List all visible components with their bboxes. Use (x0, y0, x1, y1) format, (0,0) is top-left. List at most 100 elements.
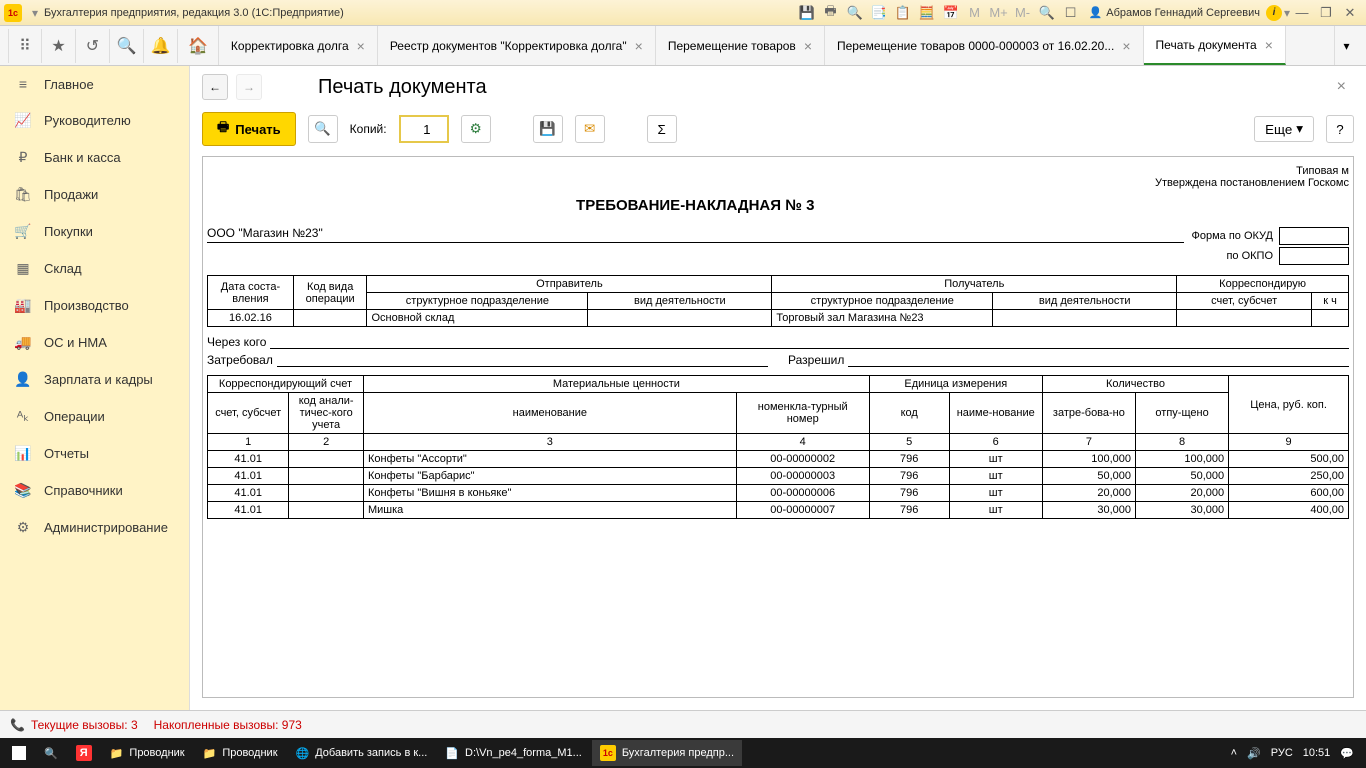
requested-label: Затребовал (207, 353, 273, 367)
taskbar-item-label: Бухгалтерия предпр... (622, 747, 734, 759)
compare-icon[interactable]: 📑 (869, 3, 889, 23)
taskbar-item-1[interactable]: 🔍 (36, 740, 66, 766)
sidebar-item-label: Операции (44, 409, 105, 424)
tab-4[interactable]: Перемещение товаров 0000-000003 от 16.02… (825, 26, 1144, 65)
taskbar-item-label: Добавить запись в к... (315, 747, 427, 759)
taskbar-item-0[interactable] (4, 740, 34, 766)
taskbar-item-3[interactable]: 📁Проводник (102, 740, 193, 766)
sidebar-item-12[interactable]: ⚙Администрирование (0, 509, 189, 546)
search-icon[interactable]: 🔍 (110, 29, 144, 63)
sidebar-item-3[interactable]: 🛍Продажи (0, 176, 189, 213)
codes-block: Форма по ОКУД по ОКПО (1192, 193, 1350, 267)
tab-3[interactable]: Перемещение товаров× (656, 26, 825, 65)
taskbar-item-2[interactable]: Я (68, 740, 100, 766)
info-icon[interactable]: i (1266, 5, 1282, 21)
calendar-icon[interactable]: 📅 (941, 3, 961, 23)
print-button[interactable]: 🖶Печать (202, 112, 296, 146)
apps-icon[interactable]: ⠿ (8, 29, 42, 63)
sidebar-item-9[interactable]: ᴬₖОперации (0, 398, 189, 435)
taskbar-item-4[interactable]: 📁Проводник (195, 740, 286, 766)
m-minus-label[interactable]: M- (1013, 3, 1033, 23)
close-window-icon[interactable]: ✕ (1340, 3, 1360, 23)
taskbar-item-5[interactable]: 🌐Добавить запись в к... (288, 740, 436, 766)
sidebar-item-10[interactable]: 📊Отчеты (0, 435, 189, 472)
tray-up-icon[interactable]: ˄ (1231, 747, 1237, 759)
star-icon[interactable]: ▾ (32, 6, 38, 20)
sidebar-item-0[interactable]: ≡Главное (0, 66, 189, 102)
notifications-tray-icon[interactable]: 💬 (1340, 747, 1354, 760)
approval-text: Типовая м (207, 165, 1349, 177)
tabs-dropdown-icon[interactable]: ▾ (1334, 26, 1358, 65)
volume-icon[interactable]: 🔊 (1247, 747, 1261, 760)
tab-2[interactable]: Реестр документов "Корректировка долга"× (378, 26, 656, 65)
email-button[interactable]: ✉ (575, 115, 605, 143)
app-icon: 1c (600, 745, 616, 761)
close-icon[interactable]: × (1265, 37, 1273, 53)
settings-button[interactable]: ⚙ (461, 115, 491, 143)
table-row: 41.01Конфеты "Вишня в коньяке"00-0000000… (208, 485, 1349, 502)
sidebar-item-11[interactable]: 📚Справочники (0, 472, 189, 509)
app-logo-icon: 1c (4, 4, 22, 22)
status-calls-current: Текущие вызовы: 3 (31, 718, 138, 732)
window-titlebar: 1c ▾ Бухгалтерия предприятия, редакция 3… (0, 0, 1366, 26)
close-page-icon[interactable]: × (1329, 74, 1354, 100)
clipboard-icon[interactable]: 📋 (893, 3, 913, 23)
document-viewport[interactable]: Типовая м Утверждена постановлением Госк… (202, 156, 1354, 698)
m-label[interactable]: M (965, 3, 985, 23)
sidebar-item-5[interactable]: ▦Склад (0, 250, 189, 287)
close-icon[interactable]: × (804, 38, 812, 54)
sidebar-item-8[interactable]: 👤Зарплата и кадры (0, 361, 189, 398)
status-icon: 📞 (10, 718, 25, 732)
minimize-icon[interactable]: — (1292, 3, 1312, 23)
taskbar-item-6[interactable]: 📄D:\Vn_pe4_forma_M1... (437, 740, 590, 766)
close-icon[interactable]: × (635, 38, 643, 54)
preview-icon[interactable]: 🔍 (845, 3, 865, 23)
sidebar-icon: 📈 (14, 112, 32, 129)
copies-input[interactable] (399, 115, 449, 143)
sidebar-icon: 🛍 (14, 186, 32, 203)
taskbar-item-7[interactable]: 1c Бухгалтерия предпр... (592, 740, 742, 766)
favorites-icon[interactable]: ★ (42, 29, 76, 63)
print-icon[interactable]: 🖶 (821, 3, 841, 23)
sidebar-item-7[interactable]: 🚚ОС и НМА (0, 324, 189, 361)
user-label[interactable]: 👤Абрамов Геннадий Сергеевич (1089, 6, 1260, 19)
close-icon[interactable]: × (357, 38, 365, 54)
printer-icon: 🖶 (217, 118, 229, 140)
m-plus-label[interactable]: M+ (989, 3, 1009, 23)
calc-icon[interactable]: 🧮 (917, 3, 937, 23)
tab-5[interactable]: Печать документа× (1144, 26, 1286, 65)
sidebar-icon: ▦ (14, 260, 32, 277)
sidebar-item-label: Покупки (44, 224, 93, 239)
taskbar: 🔍Я📁Проводник📁Проводник🌐Добавить запись в… (0, 738, 1366, 768)
notifications-icon[interactable]: 🔔 (144, 29, 178, 63)
taskbar-icon: 📄 (445, 747, 459, 760)
copies-label: Копий: (350, 122, 387, 136)
yandex-icon: Я (76, 745, 92, 761)
clock[interactable]: 10:51 (1303, 747, 1331, 759)
lang-indicator[interactable]: РУС (1271, 747, 1293, 759)
sum-button[interactable]: Σ (647, 115, 677, 143)
sidebar-item-4[interactable]: 🛒Покупки (0, 213, 189, 250)
taskbar-icon: 📁 (110, 747, 124, 760)
zoom-icon[interactable]: 🔍 (1037, 3, 1057, 23)
history-icon[interactable]: ↺ (76, 29, 110, 63)
sidebar-item-2[interactable]: ₽Банк и касса (0, 139, 189, 176)
table-row: 41.01Конфеты "Барбарис"00-00000003796шт5… (208, 468, 1349, 485)
taskbar-icon: 📁 (203, 747, 217, 760)
content-area: ← → Печать документа × 🖶Печать 🔍 Копий: … (190, 66, 1366, 710)
window-icon[interactable]: ☐ (1061, 3, 1081, 23)
tab-1[interactable]: Корректировка долга× (219, 26, 378, 65)
nav-back-button[interactable]: ← (202, 74, 228, 100)
windows-icon (12, 746, 26, 760)
help-button[interactable]: ? (1326, 115, 1354, 143)
maximize-icon[interactable]: ❐ (1316, 3, 1336, 23)
save-icon[interactable]: 💾 (797, 3, 817, 23)
sidebar-item-1[interactable]: 📈Руководителю (0, 102, 189, 139)
close-icon[interactable]: × (1122, 38, 1130, 54)
nav-forward-button[interactable]: → (236, 74, 262, 100)
preview-button[interactable]: 🔍 (308, 115, 338, 143)
home-tab[interactable]: 🏠 (178, 26, 219, 65)
sidebar-item-6[interactable]: 🏭Производство (0, 287, 189, 324)
more-button[interactable]: Еще▾ (1254, 116, 1314, 142)
save-file-button[interactable]: 💾 (533, 115, 563, 143)
